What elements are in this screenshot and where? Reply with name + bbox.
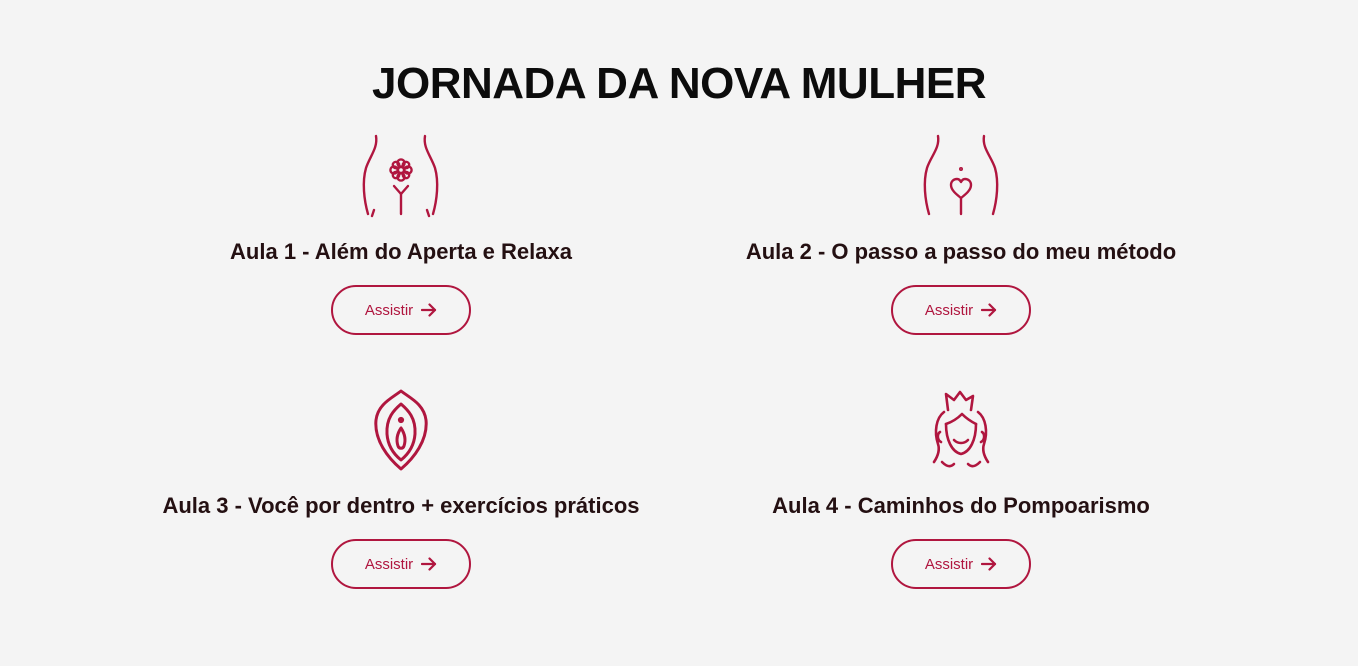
lesson-title: Aula 1 - Além do Aperta e Relaxa <box>230 239 572 264</box>
watch-button-lesson-2[interactable]: Assistir <box>891 285 1031 335</box>
arrow-right-icon <box>421 303 437 317</box>
lesson-title: Aula 4 - Caminhos do Pompoarismo <box>772 493 1150 518</box>
watch-button-lesson-4[interactable]: Assistir <box>891 539 1031 589</box>
lesson-title: Aula 2 - O passo a passo do meu método <box>745 239 1177 264</box>
watch-button-label: Assistir <box>924 301 974 319</box>
page-title: JORNADA DA NOVA MULHER <box>372 59 986 108</box>
woman-crown-icon <box>916 388 1006 472</box>
watch-button-label: Assistir <box>364 301 414 319</box>
watch-button-lesson-1[interactable]: Assistir <box>331 285 471 335</box>
arrow-right-icon <box>981 303 997 317</box>
watch-button-label: Assistir <box>924 555 974 573</box>
vulva-icon <box>356 388 446 472</box>
lesson-card-1: Aula 1 - Além do Aperta e Relaxa Assisti… <box>121 134 681 354</box>
watch-button-lesson-3[interactable]: Assistir <box>331 539 471 589</box>
body-flower-icon <box>356 134 446 218</box>
arrow-right-icon <box>421 557 437 571</box>
arrow-right-icon <box>981 557 997 571</box>
lesson-card-2: Aula 2 - O passo a passo do meu método A… <box>681 134 1241 354</box>
lesson-card-4: Aula 4 - Caminhos do Pompoarismo Assisti… <box>681 388 1241 608</box>
body-heart-icon <box>916 134 1006 218</box>
lesson-card-3: Aula 3 - Você por dentro + exercícios pr… <box>121 388 681 608</box>
watch-button-label: Assistir <box>364 555 414 573</box>
lesson-title: Aula 3 - Você por dentro + exercícios pr… <box>162 493 640 518</box>
